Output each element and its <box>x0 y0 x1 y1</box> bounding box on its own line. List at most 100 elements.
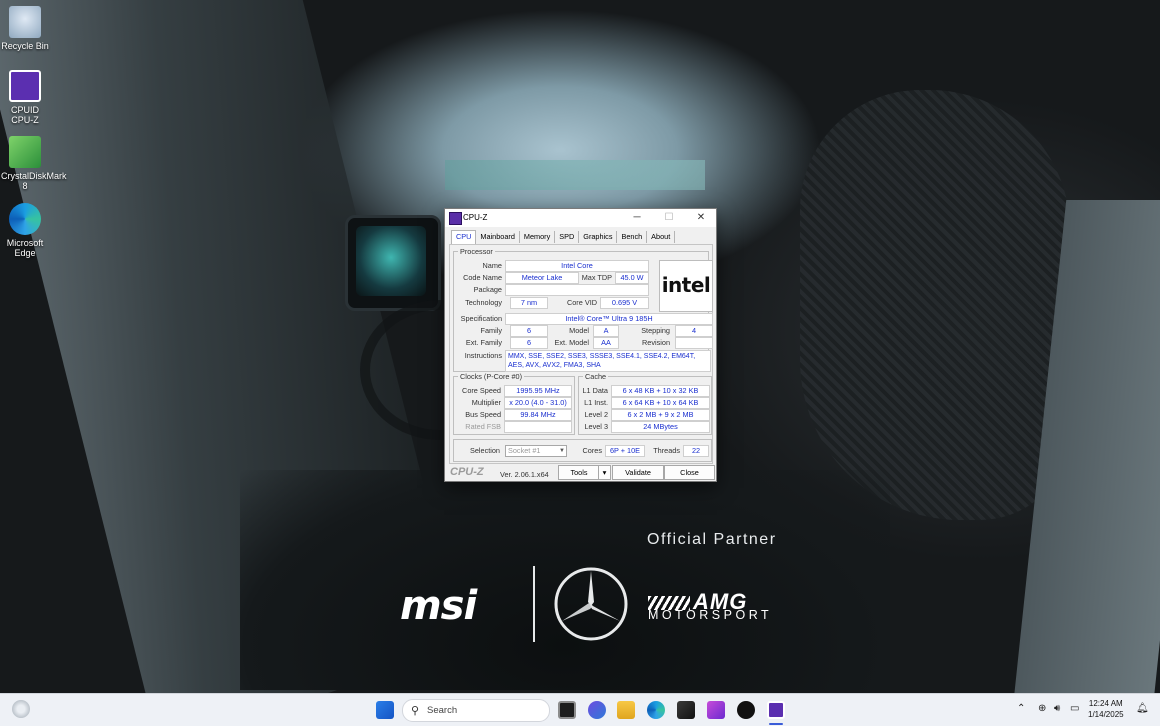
corespeed-value: 1995.95 MHz <box>504 385 572 397</box>
edge-taskbar-icon[interactable] <box>647 701 665 719</box>
threads-label: Threads <box>653 446 680 455</box>
tab-spd[interactable]: SPD <box>555 231 580 243</box>
family-value: 6 <box>510 325 548 337</box>
copilot-icon[interactable] <box>588 701 606 719</box>
tab-about[interactable]: About <box>647 231 676 243</box>
clock[interactable]: 12:24 AM 1/14/2025 <box>1088 698 1124 720</box>
l1inst-value: 6 x 64 KB + 10 x 64 KB <box>611 397 710 409</box>
store-icon[interactable] <box>677 701 695 719</box>
l1data-value: 6 x 48 KB + 10 x 32 KB <box>611 385 710 397</box>
search-box[interactable]: ⚲ Search <box>402 699 550 722</box>
name-label: Name <box>482 261 502 270</box>
tab-memory[interactable]: Memory <box>520 231 556 243</box>
model-label: Model <box>569 326 589 335</box>
desktop-icon-cpu-z[interactable]: CPUID CPU-Z <box>1 70 49 125</box>
busspeed-value: 99.84 MHz <box>504 409 572 421</box>
family-label: Family <box>480 326 503 335</box>
taskbar: ⚲ Search ⌃ ⊕ 🔊︎ ▭ 12:24 AM 1/14/2025 🔔︎ <box>0 693 1160 726</box>
technology-value: 7 nm <box>510 297 548 309</box>
codename-value: Meteor Lake <box>505 272 579 284</box>
l1inst-label: L1 Inst. <box>584 398 608 407</box>
threads-value: 22 <box>683 445 709 457</box>
technology-label: Technology <box>465 298 502 307</box>
ratedfsb-label: Rated FSB <box>465 422 501 431</box>
specification-value: Intel® Core™ Ultra 9 185H <box>505 313 713 325</box>
package-label: Package <box>473 285 502 294</box>
codename-label: Code Name <box>463 273 502 282</box>
maximize-button[interactable]: ☐ <box>653 209 685 227</box>
volume-icon[interactable]: 🔊︎ <box>1054 703 1060 714</box>
cores-value: 6P + 10E <box>605 445 645 457</box>
close-window-button[interactable]: ✕ <box>685 209 717 227</box>
battery-icon[interactable]: ▭ <box>1070 703 1079 714</box>
instructions-value: MMX, SSE, SSE2, SSE3, SSSE3, SSE4.1, SSE… <box>505 350 711 372</box>
weather-widget-icon[interactable] <box>12 700 30 718</box>
instructions-label: Instructions <box>464 351 502 360</box>
clocks-group: Clocks (P-Core #0) Core Speed 1995.95 MH… <box>453 372 575 435</box>
chevron-down-icon: ▼ <box>559 448 565 454</box>
search-placeholder: Search <box>427 705 458 716</box>
edge-icon <box>9 203 41 235</box>
tab-bar: CPU Mainboard Memory SPD Graphics Bench … <box>451 230 676 244</box>
selection-label: Selection <box>469 446 500 455</box>
cpu-z-footer-logo: CPU-Z <box>450 466 484 478</box>
start-button-icon[interactable] <box>376 701 394 719</box>
window-title: CPU-Z <box>463 213 488 222</box>
network-icon[interactable]: ⊕ <box>1038 703 1046 714</box>
cpu-z-app-icon <box>449 212 462 225</box>
wallpaper-dashboard <box>345 215 441 311</box>
multiplier-value: x 20.0 (4.0 - 31.0) <box>504 397 572 409</box>
tab-bench[interactable]: Bench <box>617 231 648 243</box>
processor-group-label: Processor <box>458 247 495 256</box>
xbox-icon[interactable] <box>737 701 755 719</box>
extfamily-value: 6 <box>510 337 548 349</box>
msi-center-icon[interactable] <box>707 701 725 719</box>
desktop-icon-crystaldisk[interactable]: CrystalDiskMark 8 <box>1 136 67 191</box>
level2-value: 6 x 2 MB + 9 x 2 MB <box>611 409 710 421</box>
clock-date: 1/14/2025 <box>1088 710 1124 719</box>
tab-cpu[interactable]: CPU <box>451 230 477 244</box>
extmodel-label: Ext. Model <box>554 338 589 347</box>
file-explorer-icon[interactable] <box>617 701 635 719</box>
validate-button[interactable]: Validate <box>612 465 664 480</box>
corespeed-label: Core Speed <box>462 386 501 395</box>
clock-time: 12:24 AM <box>1088 699 1123 708</box>
minimize-button[interactable]: ─ <box>621 209 653 227</box>
tools-dropdown-button[interactable]: ▾ <box>598 465 611 480</box>
package-value <box>505 284 649 296</box>
wallpaper-track <box>445 160 705 190</box>
socket-select[interactable]: Socket #1 ▼ <box>505 445 567 457</box>
selection-group: Selection Socket #1 ▼ Cores 6P + 10E Thre… <box>453 439 712 462</box>
cores-label: Cores <box>582 446 602 455</box>
specification-label: Specification <box>460 314 502 323</box>
desktop-icon-edge[interactable]: Microsoft Edge <box>1 203 49 258</box>
version-text: Ver. 2.06.1.x64 <box>500 470 549 479</box>
corevid-label: Core VID <box>566 298 597 307</box>
task-view-icon[interactable] <box>558 701 576 719</box>
close-button[interactable]: Close <box>664 465 715 480</box>
tab-graphics[interactable]: Graphics <box>579 231 618 243</box>
crystaldisk-icon <box>9 136 41 168</box>
wallpaper-seat <box>800 90 1070 520</box>
notification-bell-icon[interactable]: 🔔︎ <box>1136 703 1149 714</box>
tab-mainboard[interactable]: Mainboard <box>476 231 520 243</box>
cpu-z-taskbar-icon[interactable] <box>767 701 785 719</box>
cpu-tab-panel: Processor Name Intel Core Code Name Mete… <box>449 244 713 464</box>
revision-value <box>675 337 713 349</box>
stepping-label: Stepping <box>641 326 670 335</box>
tools-button[interactable]: Tools <box>558 465 600 480</box>
motorsport-text: MOTORSPORT <box>648 608 773 622</box>
msi-logo: msi <box>400 583 477 629</box>
official-partner-text: Official Partner <box>647 531 777 548</box>
stepping-value: 4 <box>675 325 713 337</box>
search-icon: ⚲ <box>411 705 420 717</box>
l1data-label: L1 Data <box>582 386 608 395</box>
brand-divider <box>533 566 535 642</box>
maxtdp-label: Max TDP <box>581 273 612 282</box>
title-bar[interactable]: CPU-Z ─ ☐ ✕ <box>445 209 716 227</box>
name-value: Intel Core <box>505 260 649 272</box>
busspeed-label: Bus Speed <box>465 410 501 419</box>
desktop-icon-recycle-bin[interactable]: Recycle Bin <box>1 6 49 51</box>
chevron-up-icon[interactable]: ⌃ <box>1017 703 1025 714</box>
level3-label: Level 3 <box>584 422 608 431</box>
